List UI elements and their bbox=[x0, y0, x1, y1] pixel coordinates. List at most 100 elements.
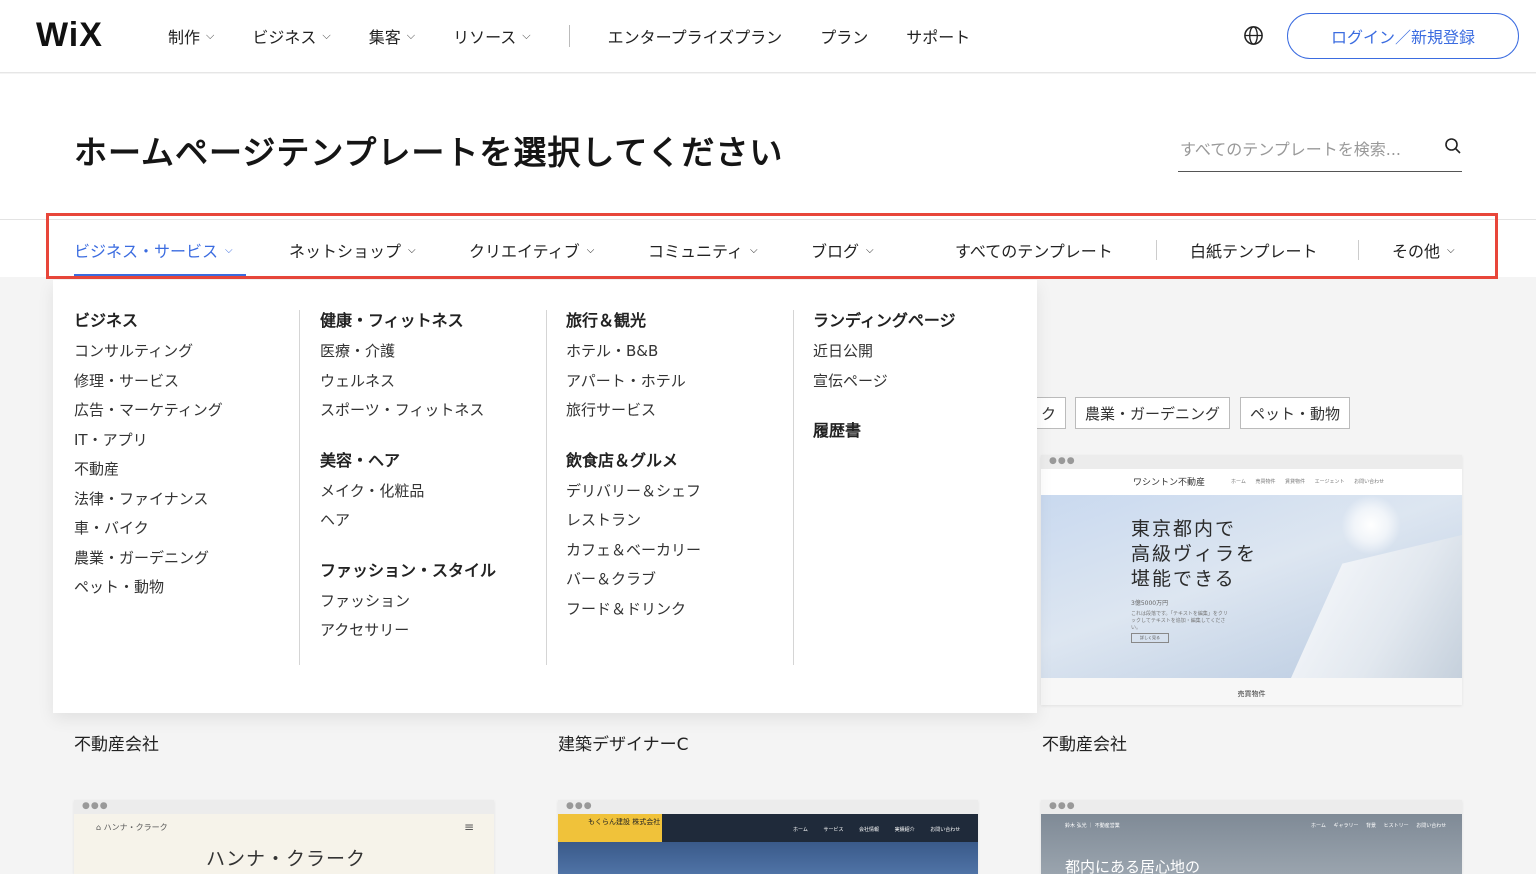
menu-item[interactable]: ヘア bbox=[320, 509, 496, 539]
headline-line: 東京都内で bbox=[1131, 518, 1237, 540]
filter-tag[interactable]: ペット・動物 bbox=[1240, 397, 1351, 429]
menu-item[interactable]: 農業・ガーデニング bbox=[74, 547, 223, 577]
page-title: ホームページテンプレートを選択してください bbox=[74, 133, 784, 172]
building-image bbox=[1291, 535, 1462, 678]
browser-dots: ●●● bbox=[558, 800, 978, 814]
dropdown-column: ビジネス コンサルティング 修理・サービス 広告・マーケティング IT・アプリ … bbox=[74, 310, 223, 606]
filter-tag[interactable]: 農業・ガーデニング bbox=[1075, 397, 1231, 429]
template-caption[interactable]: 不動産会社 bbox=[74, 730, 159, 755]
nav-label: 制作 bbox=[168, 28, 201, 47]
menu-item[interactable]: 車・バイク bbox=[74, 517, 223, 547]
menu-item[interactable]: メイク・化粧品 bbox=[320, 480, 496, 510]
template-title: ハンナ・クラーク bbox=[206, 848, 367, 870]
nav-item-create[interactable]: 制作 ⌵ bbox=[168, 24, 214, 48]
menu-item[interactable]: 近日公開 bbox=[813, 340, 956, 370]
template-caption[interactable]: 不動産会社 bbox=[1042, 730, 1127, 755]
globe-icon[interactable] bbox=[1243, 25, 1264, 46]
wix-logo[interactable]: WiX bbox=[36, 16, 103, 55]
nav-divider bbox=[568, 25, 570, 47]
template-preview: ⌂ ハンナ・クラーク ≡ ハンナ・クラーク bbox=[74, 814, 494, 874]
chevron-down-icon: ⌵ bbox=[406, 29, 416, 42]
menu-item[interactable]: バー＆クラブ bbox=[566, 568, 701, 598]
menu-item[interactable]: アクセサリー bbox=[320, 619, 496, 649]
template-nav-links: ホーム サービス 会社情報 実績紹介 お問い合わせ bbox=[793, 827, 961, 833]
menu-item[interactable]: コンサルティング bbox=[74, 340, 223, 370]
menu-item[interactable]: スポーツ・フィットネス bbox=[320, 399, 496, 429]
menu-item[interactable]: レストラン bbox=[566, 509, 701, 539]
template-card-thumbnail[interactable]: ●●● 鈴木 弘光 ｜ 不動産営業 ホーム ギャラリー 背景 ヒストリー お問い… bbox=[1041, 800, 1462, 874]
group-title-restaurants[interactable]: 飲食店＆グルメ bbox=[566, 450, 701, 480]
template-search-input[interactable]: すべてのテンプレートを検索... bbox=[1178, 132, 1462, 172]
menu-item[interactable]: デリバリー＆シェフ bbox=[566, 480, 701, 510]
search-placeholder: すべてのテンプレートを検索... bbox=[1180, 140, 1402, 159]
template-nav: ワシントン不動産 ホーム 売買物件 賃貸物件 エージェント お問い合わせ bbox=[1041, 469, 1462, 495]
menu-item[interactable]: IT・アプリ bbox=[74, 429, 223, 459]
nav-item-business[interactable]: ビジネス ⌵ bbox=[252, 24, 330, 48]
group-title-travel[interactable]: 旅行＆観光 bbox=[566, 310, 701, 340]
login-signup-button[interactable]: ログイン／新規登録 bbox=[1287, 13, 1519, 59]
nav-label: 集客 bbox=[368, 28, 401, 47]
template-hero-image: 東京都内で 高級ヴィラを 堪能できる 3億5000万円 これは段落です。「テキス… bbox=[1041, 495, 1462, 678]
template-card-thumbnail[interactable]: ●●● ワシントン不動産 ホーム 売買物件 賃貸物件 エージェント お問い合わせ… bbox=[1041, 455, 1462, 705]
nav-item-support[interactable]: サポート bbox=[906, 24, 970, 48]
menu-item[interactable]: 法律・ファイナンス bbox=[74, 488, 223, 518]
menu-item[interactable]: ホテル・B&B bbox=[566, 340, 701, 370]
template-card-thumbnail[interactable]: ●●● ⌂ ハンナ・クラーク ≡ ハンナ・クラーク bbox=[74, 800, 494, 874]
chevron-down-icon: ⌵ bbox=[522, 29, 531, 42]
page-header: ホームページテンプレートを選択してください すべてのテンプレートを検索... bbox=[0, 74, 1536, 219]
template-caption[interactable]: 建築デザイナーC bbox=[558, 730, 689, 755]
nav-item-plans[interactable]: プラン bbox=[820, 24, 868, 48]
menu-item[interactable]: 宣伝ページ bbox=[813, 370, 956, 400]
template-nav-links: ホーム 売買物件 賃貸物件 エージェント お問い合わせ bbox=[1231, 479, 1385, 485]
menu-item[interactable]: 医療・介護 bbox=[320, 340, 496, 370]
dropdown-column: 健康・フィットネス 医療・介護 ウェルネス スポーツ・フィットネス 美容・ヘア … bbox=[320, 310, 496, 649]
template-button: 詳しく見る bbox=[1131, 633, 1169, 643]
nav-item-enterprise[interactable]: エンタープライズプラン bbox=[608, 24, 783, 48]
menu-item[interactable]: ウェルネス bbox=[320, 370, 496, 400]
top-navigation-bar: WiX 制作 ⌵ ビジネス ⌵ 集客 ⌵ リソース ⌵ エンタープライズプラン プラン … bbox=[0, 0, 1536, 73]
group-title-fashion-style[interactable]: ファッション・スタイル bbox=[320, 560, 496, 590]
menu-item[interactable]: フード＆ドリンク bbox=[566, 598, 701, 628]
group-title-health-fitness[interactable]: 健康・フィットネス bbox=[320, 310, 496, 340]
template-title: 都内にある居心地の bbox=[1065, 858, 1201, 874]
template-nav-links: ホーム ギャラリー 背景 ヒストリー お問い合わせ bbox=[1311, 823, 1447, 829]
template-headline: 東京都内で 高級ヴィラを 堪能できる bbox=[1131, 517, 1257, 592]
template-card-thumbnail[interactable]: ●●● もくらん建設 株式会社 ホーム サービス 会社情報 実績紹介 お問い合わ… bbox=[558, 800, 978, 874]
menu-item[interactable]: 不動産 bbox=[74, 458, 223, 488]
menu-item[interactable]: カフェ＆ベーカリー bbox=[566, 539, 701, 569]
template-preview: もくらん建設 株式会社 ホーム サービス 会社情報 実績紹介 お問い合わせ bbox=[558, 814, 978, 874]
template-brand: 鈴木 弘光 ｜ 不動産営業 bbox=[1065, 823, 1120, 829]
main-nav: 制作 ⌵ ビジネス ⌵ 集客 ⌵ リソース ⌵ エンタープライズプラン プラン サポート bbox=[168, 24, 1008, 48]
nav-label: リソース bbox=[453, 28, 517, 47]
group-title-beauty-hair[interactable]: 美容・ヘア bbox=[320, 450, 496, 480]
template-hero-image bbox=[558, 842, 978, 874]
column-divider bbox=[546, 310, 547, 665]
brand-text: ハンナ・クラーク bbox=[103, 823, 168, 832]
group-title-landing-pages[interactable]: ランディングページ bbox=[813, 310, 956, 340]
group-title-resume[interactable]: 履歴書 bbox=[813, 420, 956, 450]
chevron-down-icon: ⌵ bbox=[206, 29, 215, 42]
column-divider bbox=[793, 310, 794, 665]
browser-dots: ●●● bbox=[1041, 455, 1462, 469]
menu-item[interactable]: ペット・動物 bbox=[74, 576, 223, 606]
template-brand: ワシントン不動産 bbox=[1133, 478, 1206, 488]
search-icon[interactable] bbox=[1444, 137, 1462, 155]
menu-item[interactable]: 旅行サービス bbox=[566, 399, 701, 429]
menu-item[interactable]: 修理・サービス bbox=[74, 370, 223, 400]
dropdown-column: 旅行＆観光 ホテル・B&B アパート・ホテル 旅行サービス 飲食店＆グルメ デリ… bbox=[566, 310, 701, 627]
browser-dots: ●●● bbox=[1041, 800, 1462, 814]
menu-item[interactable]: 広告・マーケティング bbox=[74, 399, 223, 429]
nav-item-marketing[interactable]: 集客 ⌵ bbox=[369, 24, 415, 48]
template-preview: 鈴木 弘光 ｜ 不動産営業 ホーム ギャラリー 背景 ヒストリー お問い合わせ … bbox=[1041, 814, 1462, 874]
group-title-business[interactable]: ビジネス bbox=[74, 310, 223, 340]
headline-line: 堪能できる bbox=[1131, 568, 1236, 590]
nav-item-resources[interactable]: リソース ⌵ bbox=[453, 24, 531, 48]
menu-item[interactable]: アパート・ホテル bbox=[566, 370, 701, 400]
template-brand: もくらん建設 株式会社 bbox=[558, 814, 662, 842]
template-footer: 売買物件 bbox=[1041, 678, 1462, 705]
menu-item[interactable]: ファッション bbox=[320, 590, 496, 620]
